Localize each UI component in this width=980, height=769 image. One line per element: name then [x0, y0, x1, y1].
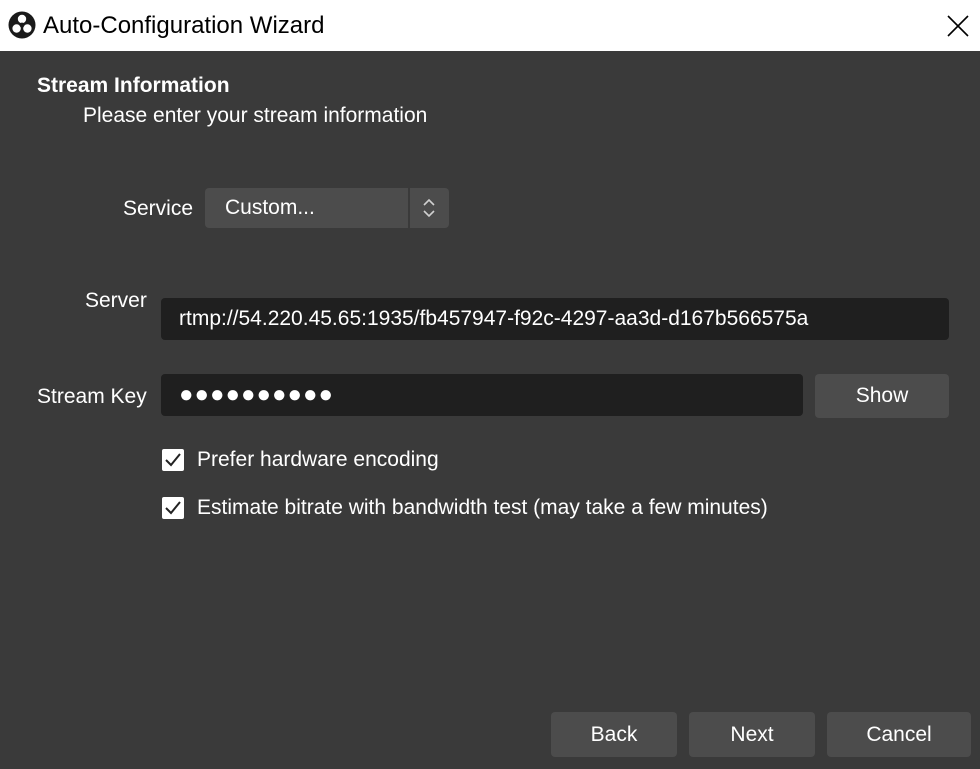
close-button[interactable]: [935, 0, 980, 51]
obs-logo-icon: [8, 11, 36, 39]
prefer-hardware-encoding-checkbox[interactable]: [162, 449, 184, 471]
checkmark-icon: [165, 453, 181, 467]
cancel-button[interactable]: Cancel: [827, 712, 971, 757]
combo-separator: [408, 188, 410, 228]
up-down-chevron-icon: [423, 198, 435, 218]
service-dropdown[interactable]: Custom...: [205, 188, 449, 228]
next-button[interactable]: Next: [689, 712, 815, 757]
prefer-hardware-encoding-checkbox-row[interactable]: Prefer hardware encoding: [162, 447, 439, 473]
service-label: Service: [123, 197, 194, 220]
service-selected-value: Custom...: [225, 196, 315, 219]
bandwidth-test-label: Estimate bitrate with bandwidth test (ma…: [197, 496, 768, 519]
server-input[interactable]: rtmp://54.220.45.65:1935/fb457947-f92c-4…: [161, 298, 949, 340]
page-subheading: Please enter your stream information: [83, 104, 428, 127]
server-label: Server: [85, 289, 147, 312]
window-title: Auto-Configuration Wizard: [43, 12, 325, 39]
checkmark-icon: [165, 501, 181, 515]
bandwidth-test-checkbox-row[interactable]: Estimate bitrate with bandwidth test (ma…: [162, 495, 768, 521]
stream-key-input[interactable]: ●●●●●●●●●●: [161, 374, 803, 416]
back-button[interactable]: Back: [551, 712, 677, 757]
stream-key-label: Stream Key: [37, 385, 147, 408]
prefer-hardware-encoding-label: Prefer hardware encoding: [197, 448, 439, 471]
title-bar: Auto-Configuration Wizard: [0, 0, 980, 51]
bandwidth-test-checkbox[interactable]: [162, 497, 184, 519]
show-key-button[interactable]: Show: [815, 374, 949, 418]
close-icon: [946, 14, 969, 37]
page-heading: Stream Information: [37, 74, 230, 97]
